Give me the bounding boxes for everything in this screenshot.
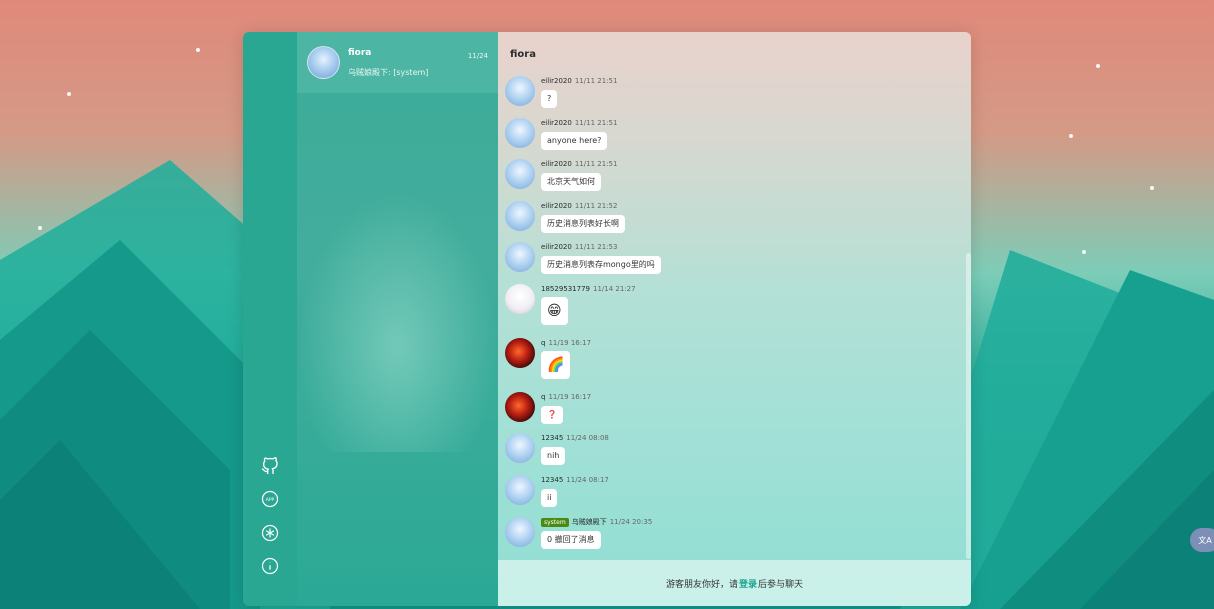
message-item: 18529531779 11/14 21:27 😁	[505, 284, 636, 325]
message-bubble: nih	[541, 447, 566, 465]
message-bubble: 历史消息列表好长啊	[541, 215, 625, 233]
message-nick: eilir2020	[541, 119, 572, 127]
message-nick: 12345	[541, 476, 564, 484]
message-bubble: 历史消息列表存mongo里的吗	[541, 256, 661, 274]
svg-text:APP: APP	[266, 497, 275, 503]
message-time: 11/24 20:35	[609, 518, 653, 526]
chat-title: fiora	[510, 48, 536, 60]
settings-icon[interactable]	[261, 524, 279, 542]
message-time: 11/11 21:51	[574, 119, 618, 127]
avatar[interactable]	[505, 475, 535, 505]
avatar[interactable]	[505, 118, 535, 148]
message-item: eilir2020 11/11 21:51 北京天气如何	[505, 159, 617, 191]
sidebar: APP	[243, 32, 297, 606]
message-item: 12345 11/24 08:08 nih	[505, 433, 609, 465]
info-icon[interactable]	[261, 557, 279, 575]
message-bubble: 0 撤回了消息	[541, 531, 601, 549]
avatar[interactable]	[505, 338, 535, 368]
message-item: eilir2020 11/11 21:51 anyone here?	[505, 118, 617, 150]
avatar[interactable]	[505, 517, 535, 547]
system-badge: system	[541, 518, 569, 527]
star	[1150, 186, 1154, 190]
message-time: 11/19 16:17	[548, 339, 592, 347]
message-time: 11/19 16:17	[548, 393, 592, 401]
avatar[interactable]	[505, 159, 535, 189]
message-time: 11/11 21:52	[574, 202, 618, 210]
conversation-time: 11/24	[467, 52, 488, 60]
message-nick: eilir2020	[541, 160, 572, 168]
message-time: 11/14 21:27	[593, 285, 636, 293]
chat-app-window: APP fiora 乌贼娘殿下: [system] 11/24 fiora ei…	[243, 32, 971, 606]
message-time: 11/11 21:53	[574, 243, 618, 251]
message-bubble: 🌈	[541, 351, 571, 379]
message-nick: 乌贼娘殿下	[571, 518, 607, 526]
star	[196, 48, 200, 52]
notice-prefix: 游客朋友你好，请	[665, 579, 738, 590]
message-nick: eilir2020	[541, 77, 572, 85]
avatar[interactable]	[505, 76, 535, 106]
star	[1096, 64, 1100, 68]
message-time: 11/11 21:51	[574, 160, 618, 168]
message-item: system 乌贼娘殿下 11/24 20:35 0 撤回了消息	[505, 517, 652, 549]
notice-suffix: 后参与聊天	[758, 579, 804, 590]
message-item: eilir2020 11/11 21:53 历史消息列表存mongo里的吗	[505, 242, 661, 274]
message-bubble: ?	[541, 90, 558, 108]
message-nick: 12345	[541, 434, 564, 442]
chat-panel: fiora eilir2020 11/11 21:51 ? eilir2020 11…	[498, 32, 971, 606]
message-bubble: 北京天气如何	[541, 173, 601, 191]
conversation-list: fiora 乌贼娘殿下: [system] 11/24	[297, 32, 498, 606]
conversation-name: fiora	[348, 47, 372, 58]
message-time: 11/11 21:51	[574, 77, 618, 85]
message-nick: q	[541, 393, 546, 401]
translate-button[interactable]: 文A	[1190, 528, 1214, 552]
message-bubble: 😁	[541, 297, 568, 325]
star	[1082, 250, 1086, 254]
github-icon[interactable]	[261, 457, 279, 475]
star	[1069, 134, 1073, 138]
avatar	[307, 46, 340, 79]
conversation-item[interactable]: fiora 乌贼娘殿下: [system] 11/24	[297, 32, 498, 93]
avatar[interactable]	[505, 201, 535, 231]
message-time: 11/24 08:08	[566, 434, 609, 442]
message-list: eilir2020 11/11 21:51 ? eilir2020 11/11 21…	[498, 76, 971, 560]
message-nick: 18529531779	[541, 285, 590, 293]
avatar[interactable]	[505, 433, 535, 463]
conversation-last-message: 乌贼娘殿下: [system]	[348, 67, 429, 77]
message-item: 12345 11/24 08:17 ii	[505, 475, 609, 507]
message-item: eilir2020 11/11 21:51 ?	[505, 76, 617, 108]
message-item: eilir2020 11/11 21:52 历史消息列表好长啊	[505, 201, 625, 233]
message-bubble: anyone here?	[541, 132, 608, 150]
message-item: q 11/19 16:17 ❓	[505, 392, 591, 424]
message-bubble: ❓	[541, 406, 563, 424]
avatar[interactable]	[505, 284, 535, 314]
login-link[interactable]: 登录	[739, 577, 757, 590]
message-scrollbar[interactable]	[966, 253, 971, 559]
message-time: 11/24 08:17	[566, 476, 609, 484]
avatar[interactable]	[505, 242, 535, 272]
guest-login-notice: 游客朋友你好，请 登录 后参与聊天	[498, 560, 971, 606]
message-nick: eilir2020	[541, 243, 572, 251]
message-nick: q	[541, 339, 546, 347]
app-icon[interactable]: APP	[261, 490, 279, 508]
star	[67, 92, 71, 96]
avatar[interactable]	[505, 392, 535, 422]
message-bubble: ii	[541, 489, 558, 507]
message-item: q 11/19 16:17 🌈	[505, 338, 591, 379]
star	[38, 226, 42, 230]
message-nick: eilir2020	[541, 202, 572, 210]
